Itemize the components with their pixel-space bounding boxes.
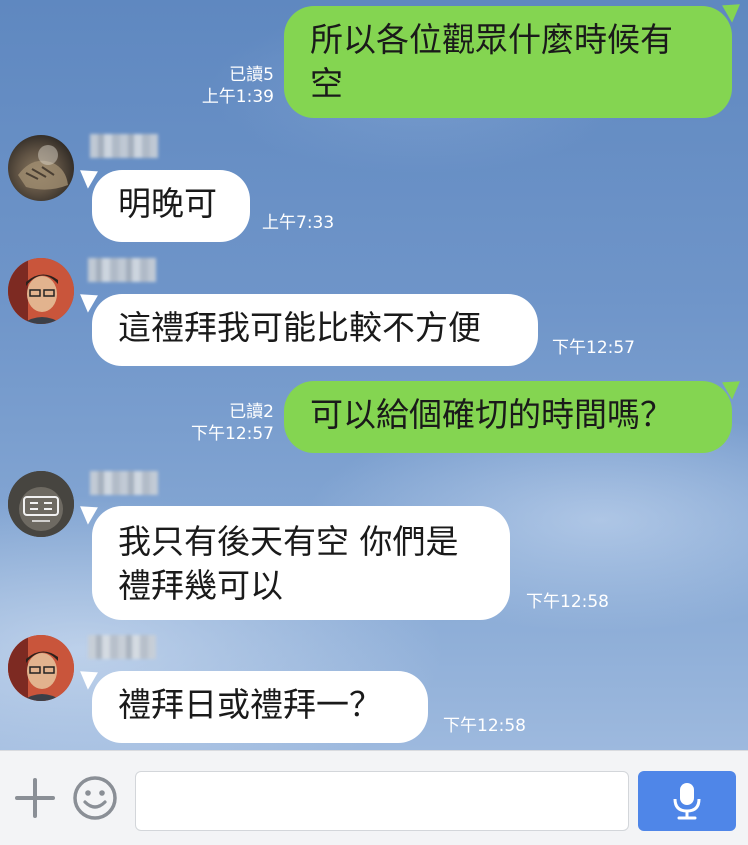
sender-name-blurred [90, 134, 158, 158]
smiley-icon[interactable] [72, 775, 118, 821]
message-text-line: 禮拜日或禮拜一？ [118, 685, 382, 724]
avatar[interactable] [8, 471, 74, 537]
avatar[interactable] [8, 135, 74, 201]
sender-name-blurred [90, 471, 158, 495]
cat-avatar-icon [18, 145, 68, 190]
their-message-bubble[interactable]: 明晚可 [92, 170, 250, 242]
message-text-line: 空 [310, 64, 343, 103]
person-avatar-icon [8, 258, 74, 324]
their-message-bubble[interactable]: 禮拜日或禮拜一？ [92, 671, 428, 743]
message-input[interactable] [135, 771, 629, 831]
message-text-line: 明晚可 [118, 184, 217, 223]
my-message-bubble[interactable]: 所以各位觀眾什麼時候有 空 [284, 6, 732, 118]
sender-name-blurred [88, 635, 156, 659]
message-input-bar [0, 750, 748, 845]
plus-icon[interactable] [14, 777, 56, 819]
message-text-line: 可以給個確切的時間嗎？ [310, 395, 673, 434]
message-text-line: 這禮拜我可能比較不方便 [118, 308, 481, 347]
my-message-bubble[interactable]: 可以給個確切的時間嗎？ [284, 381, 732, 453]
bubble-tail [74, 163, 98, 189]
microphone-icon [673, 783, 701, 820]
bubble-tail [74, 287, 98, 313]
avatar[interactable] [8, 258, 74, 324]
message-time: 上午1:39 [201, 87, 274, 107]
message-time: 下午12:58 [443, 716, 526, 736]
message-text-line: 所以各位觀眾什麼時候有 [310, 20, 673, 59]
microphone-button[interactable] [638, 771, 736, 831]
message-text-line: 我只有後天有空 你們是 [118, 522, 459, 561]
bubble-tail [74, 499, 98, 525]
message-time: 下午12:57 [552, 338, 635, 358]
read-receipt: 已讀5 上午1:39 [180, 64, 274, 108]
their-message-bubble[interactable]: 我只有後天有空 你們是 禮拜幾可以 [92, 506, 510, 620]
cafe-logo-avatar-icon [8, 471, 74, 537]
message-time: 上午7:33 [262, 213, 335, 233]
read-receipt: 已讀2 下午12:57 [170, 401, 274, 445]
message-time: 下午12:57 [191, 424, 274, 444]
avatar[interactable] [8, 635, 74, 701]
bubble-tail [74, 664, 98, 690]
chat-area[interactable]: 已讀5 上午1:39 所以各位觀眾什麼時候有 空 明晚可 上午7:33 這禮拜我… [0, 0, 748, 750]
person-avatar-icon [8, 635, 74, 701]
sender-name-blurred [88, 258, 156, 282]
message-text-line: 禮拜幾可以 [118, 566, 283, 605]
message-time: 下午12:58 [526, 592, 609, 612]
their-message-bubble[interactable]: 這禮拜我可能比較不方便 [92, 294, 538, 366]
